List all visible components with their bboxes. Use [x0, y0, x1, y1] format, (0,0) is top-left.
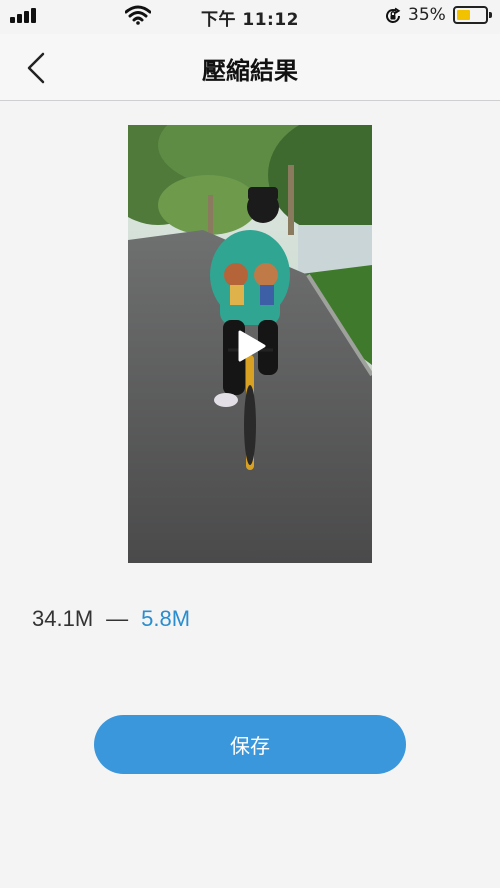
battery-level [457, 10, 470, 20]
nav-bar: 壓縮結果 [0, 34, 500, 101]
battery-tip [489, 12, 492, 18]
play-icon[interactable] [228, 325, 270, 367]
size-comparison: 34.1M — 5.8M [32, 606, 190, 632]
save-button[interactable]: 保存 [94, 715, 406, 774]
orientation-lock-icon [386, 7, 401, 23]
status-bar: 下午 11:12 35% [0, 0, 500, 34]
compressed-size: 5.8M [141, 606, 191, 631]
size-separator: — [106, 606, 129, 631]
original-size: 34.1M [32, 606, 94, 631]
battery-icon [453, 6, 488, 24]
battery-percent: 35% [408, 5, 446, 25]
page-title: 壓縮結果 [202, 57, 298, 85]
